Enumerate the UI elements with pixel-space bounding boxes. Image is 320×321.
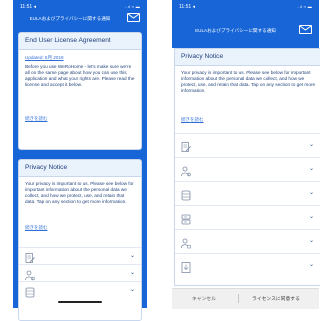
chevron-down-icon: ⌄ [308, 142, 314, 148]
app-header: EULAおよびプライバシーに関する通知 [172, 24, 319, 36]
status-time: 11:51 ◂ [179, 4, 196, 10]
status-bar: 11:51 ◂ ..ıl ≈ ▬ [13, 0, 147, 11]
chevron-down-icon: ⌄ [308, 190, 314, 196]
database-icon [25, 285, 35, 298]
user-lock-icon [181, 236, 191, 249]
status-icons: ..ıl ≈ ▬ [296, 4, 312, 9]
eula-title: End User License Agreement [25, 37, 111, 44]
privacy-section-row[interactable]: ⌄ [175, 229, 320, 254]
phone-screen-right: 11:51 ◂ ..ıl ≈ ▬ EULAおよびプライバシーに関する通知 Pri… [172, 0, 320, 309]
home-indicator[interactable] [58, 301, 102, 303]
privacy-card-header: Privacy Notice [19, 160, 141, 177]
footer-divider [238, 294, 239, 303]
chevron-down-icon: ⌄ [129, 287, 135, 293]
eula-card-header: End User License Agreement [19, 33, 141, 50]
status-time: 11:51 ◂ [20, 4, 37, 10]
cancel-button[interactable]: キャンセル [192, 295, 216, 302]
status-bar: 11:51 ◂ ..ıl ≈ ▬ [172, 0, 319, 11]
chevron-down-icon: ⌄ [129, 253, 135, 259]
privacy-body: Your privacy is important to us. Please … [25, 181, 134, 204]
privacy-section-row[interactable]: ⌄ [175, 205, 320, 230]
privacy-read-more-link[interactable]: 続きを読む [25, 225, 48, 231]
privacy-section-row[interactable]: ⌄ [175, 157, 320, 182]
privacy-section-row[interactable]: ⌄ [175, 133, 320, 158]
eula-card: End User License Agreement Updated: 5月 2… [18, 32, 142, 150]
chevron-down-icon: ⌄ [308, 238, 314, 244]
app-header: EULAおよびプライバシーに関する通知 [13, 12, 147, 24]
download-icon [181, 260, 191, 273]
chevron-down-icon: ⌄ [308, 166, 314, 172]
privacy-section-row[interactable]: ⌄ [19, 247, 141, 265]
status-icons: ..ıl ≈ ▬ [124, 4, 140, 9]
database-icon [181, 188, 191, 201]
server-icon [181, 212, 191, 225]
mail-icon[interactable] [127, 13, 140, 22]
user-settings-icon [25, 268, 35, 281]
chevron-down-icon: ⌄ [308, 262, 314, 268]
user-settings-icon [181, 164, 191, 177]
action-footer: キャンセル ライセンスに同意する [172, 288, 319, 309]
eula-body: Before you use WeRoHome - let's make sur… [25, 64, 135, 87]
mail-icon[interactable] [299, 25, 312, 34]
privacy-section-row[interactable]: ⌄ [19, 264, 141, 282]
eula-updated[interactable]: Updated: 5月 2018 [25, 55, 64, 61]
privacy-body: Your privacy is important to us. Please … [181, 70, 316, 93]
privacy-section-row[interactable]: ⌄ [175, 253, 320, 278]
accept-license-button[interactable]: ライセンスに同意する [252, 295, 300, 302]
privacy-card: Privacy Notice Your privacy is important… [18, 159, 142, 321]
phone-screen-left: 11:51 ◂ ..ıl ≈ ▬ EULAおよびプライバシーに関する通知 End… [13, 0, 147, 321]
chevron-down-icon: ⌄ [308, 214, 314, 220]
privacy-card: Privacy Notice Your privacy is important… [174, 48, 320, 286]
privacy-read-more-link[interactable]: 続きを読む [181, 117, 204, 123]
eula-read-more-link[interactable]: 続きを読む [25, 116, 48, 122]
document-edit-icon [25, 251, 35, 263]
privacy-card-header: Privacy Notice [175, 49, 320, 66]
chevron-down-icon: ⌄ [129, 270, 135, 276]
privacy-section-row[interactable]: ⌄ [175, 181, 320, 206]
header-title: EULAおよびプライバシーに関する通知 [29, 16, 111, 21]
document-edit-icon [181, 140, 191, 152]
privacy-title: Privacy Notice [181, 53, 224, 60]
privacy-section-row[interactable]: ⌄ [19, 281, 141, 299]
privacy-title: Privacy Notice [25, 164, 68, 171]
header-title: EULAおよびプライバシーに関する通知 [195, 28, 276, 33]
